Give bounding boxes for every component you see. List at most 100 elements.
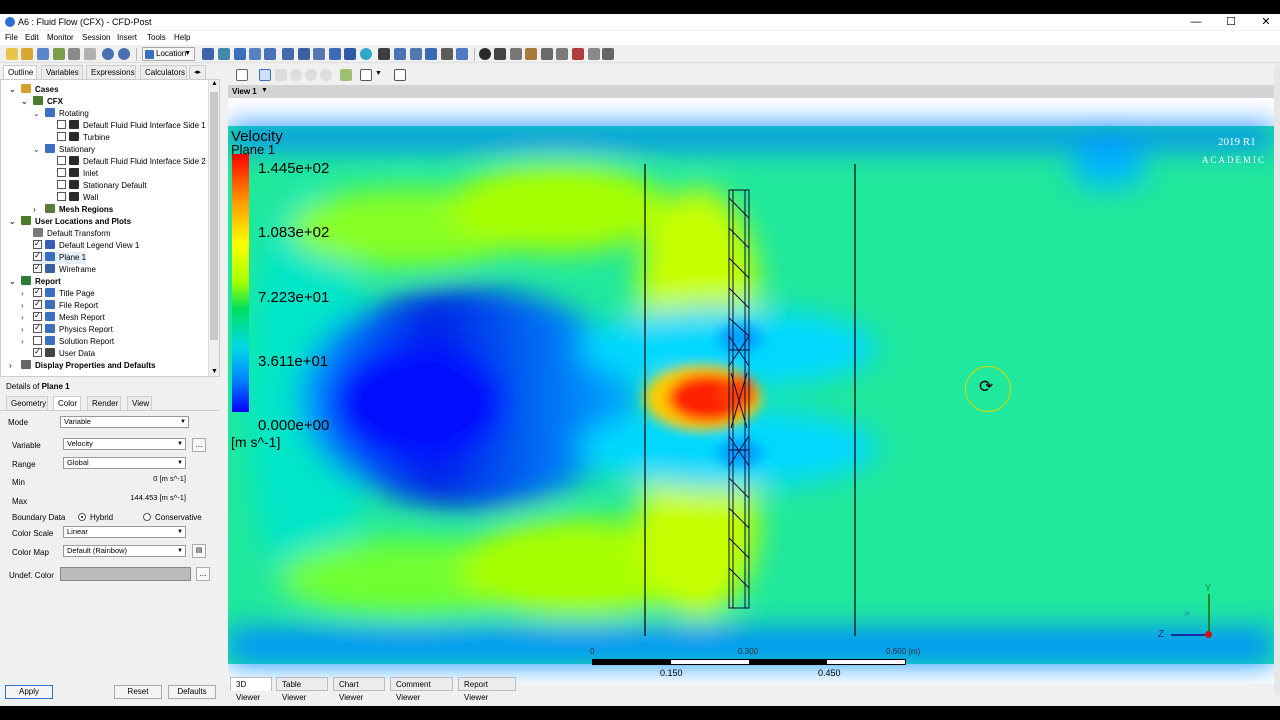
tab-color[interactable]: Color bbox=[53, 396, 81, 410]
tree-item[interactable]: Default Legend View 1 bbox=[33, 238, 139, 252]
tab-table-viewer[interactable]: Table Viewer bbox=[276, 677, 328, 702]
visibility-checkbox[interactable] bbox=[57, 156, 66, 165]
variable-ellipsis-button[interactable]: ... bbox=[192, 438, 206, 452]
macro-calculator-icon[interactable] bbox=[556, 48, 568, 60]
maximize-button[interactable]: ☐ bbox=[1221, 15, 1241, 29]
color-map-icon[interactable] bbox=[329, 48, 341, 60]
defaults-button[interactable]: Defaults bbox=[168, 685, 216, 699]
hybrid-radio[interactable]: Hybrid bbox=[78, 513, 113, 522]
visibility-checkbox[interactable] bbox=[57, 168, 66, 177]
max-value[interactable]: 144.453 [m s^-1] bbox=[100, 493, 186, 502]
tree-item[interactable]: Default Fluid Fluid Interface Side 1 bbox=[57, 120, 206, 132]
mode-select[interactable]: Variable bbox=[60, 416, 189, 428]
tab-render[interactable]: Render bbox=[87, 396, 121, 410]
load-state-icon[interactable] bbox=[21, 48, 33, 60]
tree-item[interactable]: › Mesh Report bbox=[21, 310, 105, 324]
animation-icon[interactable] bbox=[494, 48, 506, 60]
visibility-checkbox[interactable] bbox=[33, 286, 42, 298]
collapse-chevron-icon[interactable]: ⌄ bbox=[33, 108, 43, 120]
expand-chevron-icon[interactable]: › bbox=[21, 300, 31, 312]
tree-item[interactable]: Wall bbox=[57, 192, 98, 204]
particle-track-icon[interactable] bbox=[249, 48, 261, 60]
visibility-checkbox[interactable] bbox=[57, 180, 66, 189]
collapse-chevron-icon[interactable]: ⌄ bbox=[9, 216, 19, 228]
tree-item[interactable]: › Mesh Regions bbox=[33, 204, 113, 216]
isosurface-icon[interactable] bbox=[282, 48, 294, 60]
vector-icon[interactable] bbox=[202, 48, 214, 60]
expression-icon[interactable] bbox=[394, 48, 406, 60]
print-icon[interactable] bbox=[84, 48, 96, 60]
tab-report-viewer[interactable]: Report Viewer bbox=[458, 677, 516, 702]
expand-chevron-icon[interactable]: › bbox=[21, 336, 31, 348]
visibility-checkbox[interactable] bbox=[33, 322, 42, 334]
tree-item[interactable]: ⌄ CFX bbox=[21, 96, 63, 108]
expand-chevron-icon[interactable]: › bbox=[21, 312, 31, 324]
tree-item[interactable]: Wireframe bbox=[33, 262, 96, 276]
visibility-checkbox[interactable] bbox=[57, 192, 66, 201]
probe-icon[interactable] bbox=[525, 48, 537, 60]
instance-transform-icon[interactable] bbox=[360, 48, 372, 60]
close-case-icon[interactable] bbox=[68, 48, 80, 60]
collapse-chevron-icon[interactable]: ⌄ bbox=[21, 96, 31, 108]
redo-icon[interactable] bbox=[118, 48, 130, 60]
tab-3d-viewer[interactable]: 3D Viewer bbox=[230, 677, 272, 702]
expand-chevron-icon[interactable]: › bbox=[33, 204, 43, 216]
tree-item[interactable]: Default Fluid Fluid Interface Side 2 1 bbox=[57, 156, 212, 168]
tree-item[interactable]: Plane 1 bbox=[33, 250, 87, 264]
clip-plane-icon[interactable] bbox=[313, 48, 325, 60]
load-results-icon[interactable] bbox=[53, 48, 65, 60]
menu-edit[interactable]: Edit bbox=[25, 33, 39, 42]
visibility-checkbox[interactable] bbox=[33, 298, 42, 310]
undo-icon[interactable] bbox=[102, 48, 114, 60]
location-dropdown[interactable]: Location ▼ bbox=[142, 47, 195, 61]
view-selector[interactable]: View 1 ▼ bbox=[228, 85, 1274, 98]
tree-item[interactable]: › Title Page bbox=[21, 286, 95, 300]
visibility-checkbox[interactable] bbox=[33, 238, 42, 250]
command-editor-icon[interactable] bbox=[602, 48, 614, 60]
tab-comment-viewer[interactable]: Comment Viewer bbox=[390, 677, 453, 702]
expand-chevron-icon[interactable]: › bbox=[21, 324, 31, 336]
menu-help[interactable]: Help bbox=[174, 33, 190, 42]
menu-file[interactable]: File bbox=[5, 33, 18, 42]
chevron-down-icon[interactable]: ▼ bbox=[375, 70, 382, 77]
menu-session[interactable]: Session bbox=[82, 33, 110, 42]
collapse-chevron-icon[interactable]: ⌄ bbox=[9, 84, 19, 96]
visibility-checkbox[interactable] bbox=[57, 132, 66, 141]
tree-scroll-thumb[interactable] bbox=[210, 92, 218, 340]
tab-calculators[interactable]: Calculators bbox=[140, 65, 187, 79]
collapse-chevron-icon[interactable]: ⌄ bbox=[33, 144, 43, 156]
undef-color-ellipsis-button[interactable]: ... bbox=[196, 567, 210, 581]
visibility-checkbox[interactable] bbox=[33, 346, 42, 358]
color-map-editor-icon[interactable]: ▤ bbox=[192, 544, 206, 558]
fit-view-icon[interactable] bbox=[320, 69, 332, 81]
tree-item[interactable]: User Data bbox=[33, 346, 95, 360]
range-select[interactable]: Global bbox=[63, 457, 186, 469]
volume-rendering-icon[interactable] bbox=[264, 48, 276, 60]
menu-tools[interactable]: Tools bbox=[147, 33, 166, 42]
tree-item[interactable]: Stationary Default bbox=[57, 180, 147, 192]
conservative-radio[interactable]: Conservative bbox=[143, 513, 202, 522]
color-scale-select[interactable]: Linear bbox=[63, 526, 186, 538]
zoom-box-icon[interactable] bbox=[305, 69, 317, 81]
variable-icon[interactable] bbox=[378, 48, 390, 60]
undef-color-swatch[interactable] bbox=[60, 567, 191, 581]
visibility-checkbox[interactable] bbox=[33, 310, 42, 322]
tree-item[interactable]: › Physics Report bbox=[21, 322, 113, 336]
function-calculator-icon[interactable] bbox=[541, 48, 553, 60]
visibility-checkbox[interactable] bbox=[33, 262, 42, 274]
visibility-checkbox[interactable] bbox=[33, 250, 42, 262]
save-state-icon[interactable] bbox=[37, 48, 49, 60]
collapse-chevron-icon[interactable]: ⌄ bbox=[9, 276, 19, 288]
viewport-layout-icon[interactable] bbox=[360, 69, 372, 81]
table-icon[interactable] bbox=[410, 48, 422, 60]
tree-item[interactable]: ⌄ Report bbox=[9, 276, 61, 288]
toggle-highlight-icon[interactable] bbox=[340, 69, 352, 81]
tree-item[interactable]: Inlet bbox=[57, 168, 98, 180]
tree-item[interactable]: Turbine bbox=[57, 132, 110, 144]
legend-icon[interactable] bbox=[344, 48, 356, 60]
tab-view[interactable]: View bbox=[127, 396, 152, 410]
menu-monitor[interactable]: Monitor bbox=[47, 33, 74, 42]
tree-item[interactable]: ⌄ Rotating bbox=[33, 108, 89, 120]
tab-scroll-arrows[interactable]: ◂▸ bbox=[189, 65, 206, 79]
scroll-down-icon[interactable]: ▼ bbox=[211, 368, 218, 375]
